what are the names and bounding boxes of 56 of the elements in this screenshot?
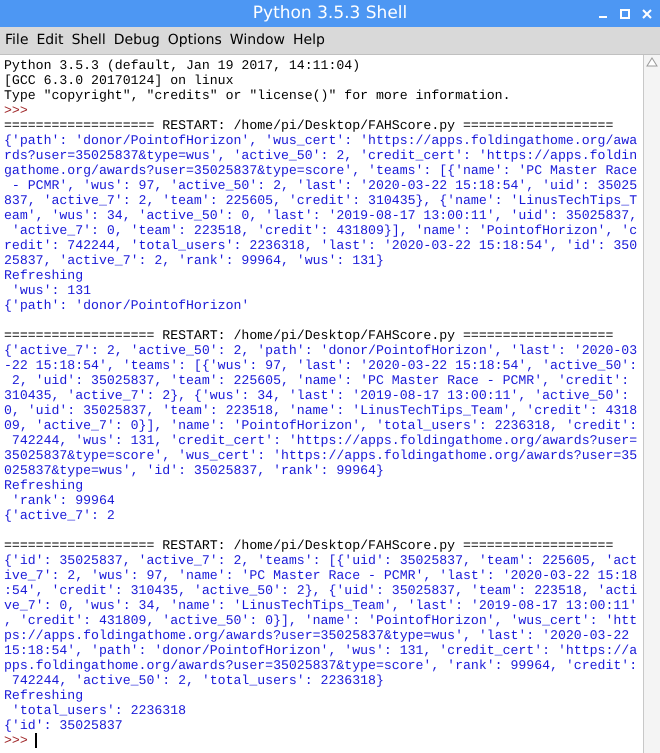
- close-icon[interactable]: [642, 8, 652, 18]
- output-line: 310435, 'active_7': 2}, {'wus': 34, 'last': '2019-08-17 13:00:11', 'active_50':: [4, 388, 630, 403]
- output-line: :54', 'credit': 310435, 'active_50': 2}, {'uid': 35025837, 'team': 223518, 'acti: [4, 583, 638, 598]
- banner-line: [GCC 6.3.0 20170124] on linux: [4, 73, 234, 88]
- output-line: {'active_7': 2, 'active_50': 2, 'path': 'donor/PointofHorizon', 'last': '2020-03: [4, 343, 638, 358]
- output-line: 2, 'uid': 35025837, 'team': 225605, 'name': 'PC Master Race - PCMR', 'credit':: [10, 373, 630, 388]
- menu-item[interactable]: Edit: [33, 30, 67, 51]
- output-line: pps.foldingathome.org/awards?user=35025837&type=score', 'rank': 99964, 'credit':: [4, 658, 638, 673]
- output-line: ve_7': 0, 'wus': 34, 'name': 'LinusTechTips_Team', 'last': '2019-08-17 13:00:11': [4, 598, 638, 613]
- output-line: -22 15:18:54', 'teams': [{'wus': 97, 'last': '2020-03-22 15:18:54', 'active_50':: [4, 358, 638, 373]
- output-line: 15:18:54', 'path': 'donor/PointofHorizon', 'wus': 131, 'credit_cert': 'https://a: [4, 643, 638, 658]
- output-line: 742244, 'wus': 131, 'credit_cert': 'https://apps.foldingathome.org/awards?user=: [10, 433, 638, 448]
- output-line: {'id': 35025837: [4, 718, 123, 733]
- menu-item[interactable]: Window: [226, 30, 288, 51]
- banner-line: Type "copyright", "credits" or "license()" for more information.: [4, 88, 510, 103]
- restart-line: =================== RESTART: /home/pi/Desktop/FAHScore.py ===================: [4, 328, 614, 343]
- menu-item[interactable]: Shell: [68, 30, 109, 51]
- output-line: 837, 'active_7': 2, 'team': 225605, 'credit': 310435}, {'name': 'LinusTechTips_T: [4, 193, 638, 208]
- output-line: 0, 'uid': 35025837, 'team': 223518, 'name': 'LinusTechTips_Team', 'credit': 4318: [4, 403, 638, 418]
- output-line: Refreshing: [4, 688, 84, 703]
- output-line: 'rank': 99964: [10, 493, 115, 508]
- output-line: redit': 742244, 'total_users': 2236318, 'last': '2020-03-22 15:18:54', 'id': 350: [4, 238, 638, 253]
- output-line: 25837, 'active_7': 2, 'rank': 99964, 'wus': 131}: [4, 253, 384, 268]
- restart-line: =================== RESTART: /home/pi/Desktop/FAHScore.py ===================: [4, 118, 614, 133]
- scrollbar[interactable]: [643, 55, 660, 753]
- output-line: Refreshing: [4, 268, 84, 283]
- output-line: ive_7': 2, 'wus': 97, 'name': 'PC Master Race - PCMR', 'last': '2020-03-22 15:18: [4, 568, 638, 583]
- scroll-up-icon[interactable]: [646, 57, 658, 67]
- output-line: , 'credit': 431809, 'active_50': 0}], 'name': 'PointofHorizon', 'wus_cert': 'htt: [4, 613, 638, 628]
- output-line: 'wus': 131: [10, 283, 92, 298]
- menu-item[interactable]: Options: [164, 30, 225, 51]
- output-line: rds?user=35025837&type=wus', 'active_50': 2, 'credit_cert': 'https://apps.foldin: [4, 148, 638, 163]
- window-title: Python 3.5.3 Shell: [252, 2, 408, 25]
- output-line: 025837&type=wus', 'id': 35025837, 'rank': 99964}: [4, 463, 384, 478]
- output-line: 'total_users': 2236318: [10, 703, 186, 718]
- output-line: 742244, 'active_50': 2, 'total_users': 2236318}: [10, 673, 384, 688]
- banner-line: Python 3.5.3 (default, Jan 19 2017, 14:11:04): [4, 58, 360, 73]
- menu-item[interactable]: File: [2, 30, 32, 51]
- prompt: >>>: [4, 103, 28, 118]
- maximize-icon[interactable]: [620, 8, 630, 18]
- restart-line: =================== RESTART: /home/pi/Desktop/FAHScore.py ===================: [4, 538, 614, 553]
- output-line: - PCMR', 'wus': 97, 'active_50': 2, 'last': '2020-03-22 15:18:54', 'uid': 35025: [10, 178, 638, 193]
- output-line: {'path': 'donor/PointofHorizon', 'wus_cert': 'https://apps.foldingathome.org/awa: [4, 133, 638, 148]
- menu-item[interactable]: Debug: [110, 30, 163, 51]
- prompt: >>>: [4, 733, 28, 748]
- output-line: {'id': 35025837, 'active_7': 2, 'teams': [{'uid': 35025837, 'team': 225605, 'act: [4, 553, 638, 568]
- menu-item[interactable]: Help: [290, 30, 328, 51]
- output-line: ps://apps.foldingathome.org/awards?user=35025837&type=wus', 'last': '2020-03-22: [4, 628, 630, 643]
- output-line: {'active_7': 2: [4, 508, 115, 523]
- output-line: 'active_7': 0, 'team': 223518, 'credit': 431809}], 'name': 'PointofHorizon', 'c: [10, 223, 638, 238]
- output-line: eam', 'wus': 34, 'active_50': 0, 'last': '2019-08-17 13:00:11', 'uid': 35025837,: [4, 208, 638, 223]
- output-line: 09, 'active_7': 0}], 'name': 'PointofHorizon', 'total_users': 2236318, 'credit':: [4, 418, 638, 433]
- output-line: Refreshing: [4, 478, 84, 493]
- output-line: 35025837&type=score', 'wus_cert': 'https://apps.foldingathome.org/awards?user=35: [4, 448, 638, 463]
- output-line: gathome.org/awards?user=35025837&type=score', 'teams': [{'name': 'PC Master Race: [4, 163, 638, 178]
- output-line: {'path': 'donor/PointofHorizon': [4, 298, 250, 313]
